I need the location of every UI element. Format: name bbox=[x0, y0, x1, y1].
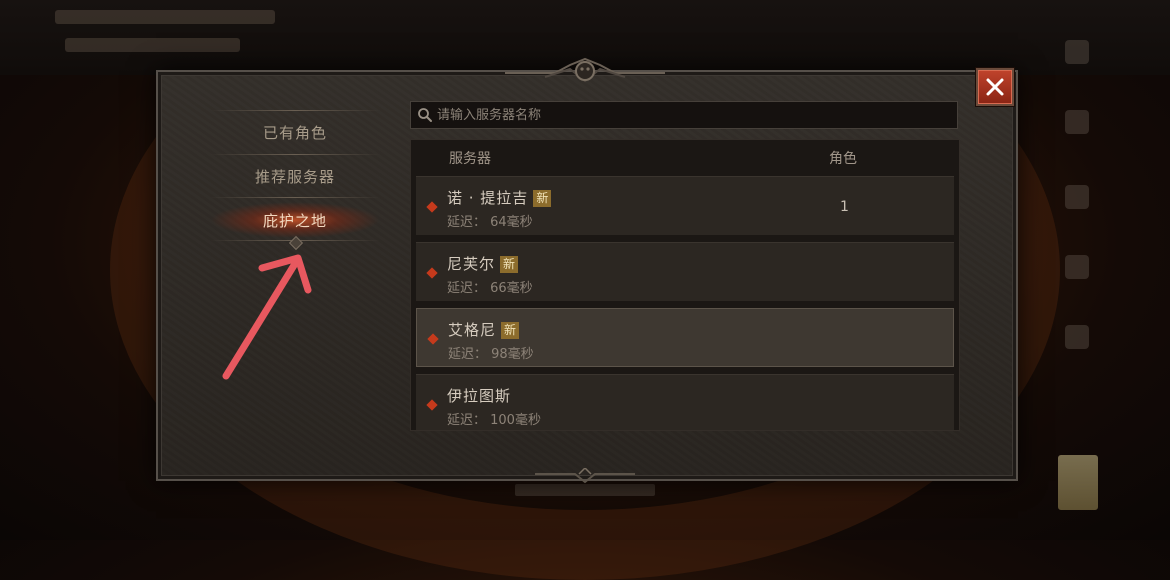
server-name: 伊拉图斯 bbox=[447, 387, 512, 405]
nav-divider bbox=[210, 110, 380, 111]
server-latency: 延迟： 100毫秒 bbox=[447, 413, 541, 428]
annotation-arrow-icon bbox=[222, 254, 312, 380]
status-diamond-icon bbox=[426, 201, 438, 213]
server-name: 诺 · 提拉吉新 bbox=[447, 187, 552, 208]
server-latency: 延迟： 66毫秒 bbox=[447, 281, 533, 296]
new-badge: 新 bbox=[533, 190, 552, 207]
table-row[interactable]: 诺 · 提拉吉新 延迟： 64毫秒 1 bbox=[416, 176, 954, 235]
status-diamond-icon bbox=[426, 399, 438, 411]
nav-item-label: 已有角色 bbox=[262, 123, 327, 142]
nav-divider bbox=[210, 154, 380, 155]
server-table: 服务器 角色 诺 · 提拉吉新 延迟： 64毫秒 1 尼芙尔新 延迟： 66毫秒… bbox=[410, 139, 960, 431]
search-icon bbox=[418, 108, 432, 122]
server-latency: 延迟： 64毫秒 bbox=[447, 215, 533, 230]
table-header: 服务器 角色 bbox=[411, 140, 959, 174]
role-count: 1 bbox=[840, 199, 849, 215]
nav-item-sanctuary[interactable]: 庇护之地 bbox=[210, 202, 380, 238]
nav-item-label: 庇护之地 bbox=[262, 211, 327, 230]
background-icon bbox=[1065, 185, 1089, 209]
nav-item-label: 推荐服务器 bbox=[254, 167, 335, 186]
background-blurred-text bbox=[55, 10, 275, 24]
background-icon bbox=[1065, 110, 1089, 134]
background-icon bbox=[1065, 255, 1089, 279]
background-card bbox=[1058, 455, 1098, 510]
search-input[interactable] bbox=[433, 106, 939, 124]
server-name: 尼芙尔新 bbox=[447, 253, 519, 274]
background-icon bbox=[1065, 40, 1089, 64]
status-diamond-icon bbox=[427, 333, 439, 345]
table-row[interactable]: 尼芙尔新 延迟： 66毫秒 bbox=[416, 242, 954, 301]
dialog-top-ornament bbox=[505, 57, 665, 83]
column-header-server: 服务器 bbox=[449, 151, 491, 167]
table-row[interactable]: 艾格尼新 延迟： 98毫秒 bbox=[416, 308, 954, 367]
background-blurred-text bbox=[515, 484, 655, 496]
new-badge: 新 bbox=[501, 322, 520, 339]
server-name: 艾格尼新 bbox=[448, 319, 520, 340]
background-blurred-text bbox=[65, 38, 240, 52]
nav-item-recommended-servers[interactable]: 推荐服务器 bbox=[210, 158, 380, 194]
new-badge: 新 bbox=[500, 256, 519, 273]
background-icon bbox=[1065, 325, 1089, 349]
server-search[interactable] bbox=[410, 101, 958, 129]
server-latency: 延迟： 98毫秒 bbox=[448, 347, 534, 362]
table-row[interactable]: 伊拉图斯 延迟： 100毫秒 bbox=[416, 374, 954, 430]
nav-divider bbox=[210, 197, 380, 198]
column-header-roles: 角色 bbox=[829, 151, 857, 167]
close-icon bbox=[986, 78, 1004, 96]
status-diamond-icon bbox=[426, 267, 438, 279]
dialog-bottom-ornament bbox=[535, 468, 635, 484]
nav-item-existing-characters[interactable]: 已有角色 bbox=[210, 114, 380, 150]
close-button[interactable] bbox=[976, 68, 1014, 106]
